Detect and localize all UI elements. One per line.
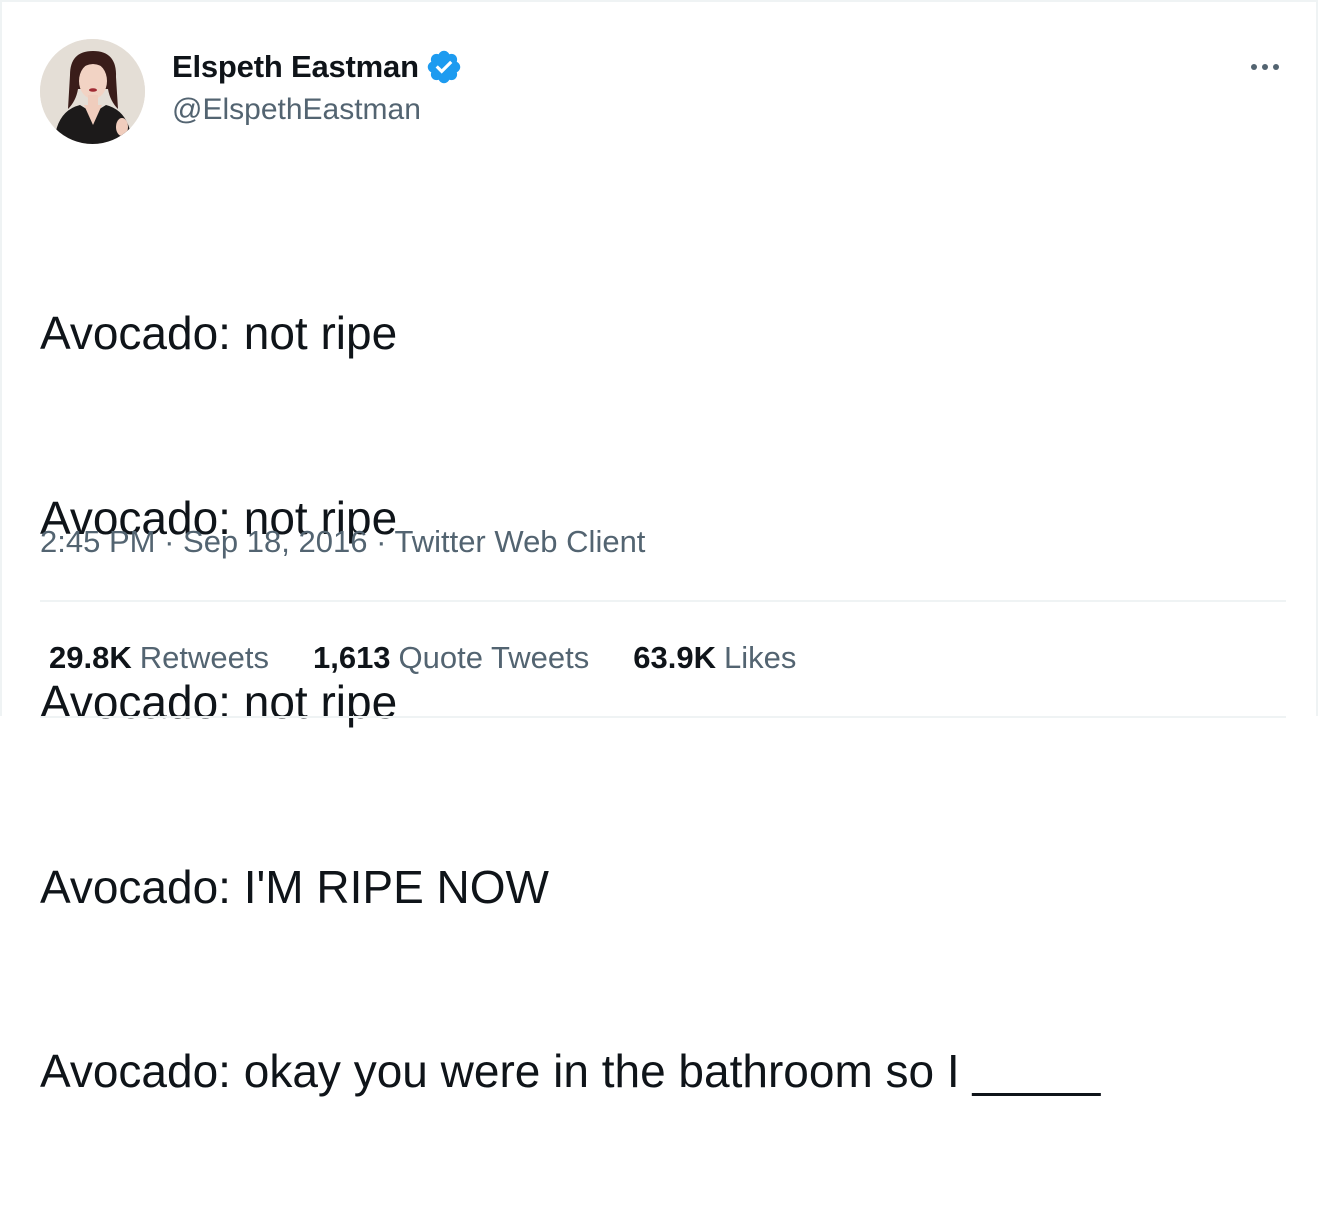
likes-stat[interactable]: 63.9K Likes — [633, 640, 796, 676]
likes-label: Likes — [724, 640, 797, 675]
author-display-name[interactable]: Elspeth Eastman — [172, 49, 419, 85]
retweets-stat[interactable]: 29.8K Retweets — [49, 640, 269, 676]
more-options-icon — [1273, 64, 1279, 70]
verified-badge-icon — [427, 50, 461, 84]
tweet-line: Avocado: not ripe — [40, 307, 398, 359]
meta-separator: · — [367, 524, 395, 559]
author-name-row: Elspeth Eastman — [172, 46, 463, 88]
tweet-source[interactable]: Twitter Web Client — [394, 524, 645, 559]
avatar[interactable] — [40, 39, 145, 144]
quote-tweets-count: 1,613 — [312, 640, 391, 675]
tweet-metadata: 2:45 PM · Sep 18, 2016 · Twitter Web Cli… — [40, 524, 645, 560]
more-options-icon — [1251, 64, 1257, 70]
tweet-date[interactable]: Sep 18, 2016 — [183, 524, 367, 559]
retweets-count: 29.8K — [49, 640, 132, 675]
author-handle[interactable]: @ElspethEastman — [172, 93, 421, 127]
tweet-line: Avocado: okay you were in the bathroom s… — [40, 1045, 1101, 1097]
tweet-line: Avocado: not ripe — [40, 676, 398, 728]
retweets-label: Retweets — [139, 640, 269, 675]
divider — [40, 600, 1286, 602]
avatar-image — [40, 39, 145, 144]
tweet-line: Avocado: I'M RIPE NOW — [40, 860, 549, 913]
tweet-time[interactable]: 2:45 PM — [40, 524, 155, 559]
likes-count: 63.9K — [633, 640, 716, 675]
quote-tweets-stat[interactable]: 1,613 Quote Tweets — [313, 640, 589, 676]
more-options-icon — [1262, 64, 1268, 70]
tweet-text: Avocado: not ripe Avocado: not ripe Avoc… — [40, 180, 1100, 1226]
tweet-card: Elspeth Eastman @ElspethEastman Avocado:… — [0, 0, 1318, 1097]
meta-separator: · — [155, 524, 184, 559]
more-options-button[interactable] — [1240, 52, 1290, 82]
quote-tweets-label: Quote Tweets — [398, 640, 590, 675]
tweet-stats: 29.8K Retweets 1,613 Quote Tweets 63.9K Lik… — [49, 640, 796, 676]
